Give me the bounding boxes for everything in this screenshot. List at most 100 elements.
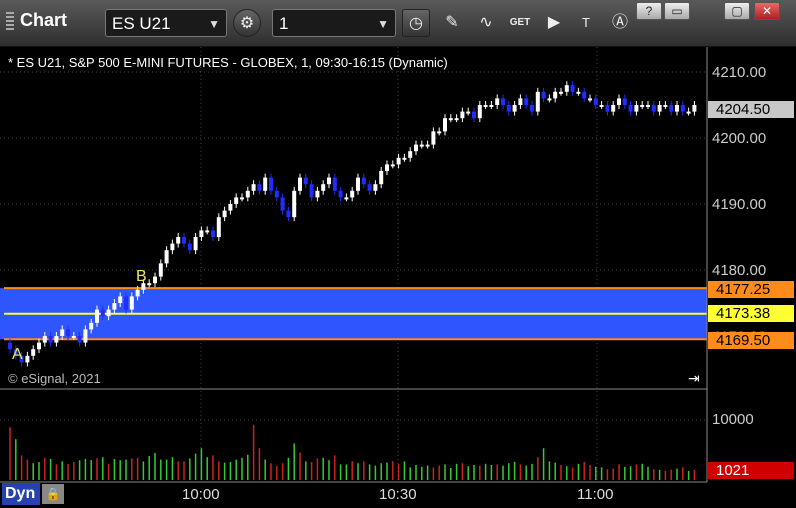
candle-body (286, 210, 291, 218)
candle-body (460, 111, 465, 119)
candle-body (419, 144, 424, 147)
price-chart[interactable] (0, 0, 796, 508)
candle-body (680, 105, 685, 112)
candle-body (228, 204, 233, 211)
candle-body (408, 151, 413, 158)
candle-body (263, 177, 268, 191)
candle-body (298, 177, 302, 191)
candle-body (158, 263, 163, 277)
expand-icon[interactable]: ⇥ (688, 370, 700, 387)
volume-bars (9, 424, 696, 480)
candle-body (564, 85, 569, 92)
candle-body (274, 190, 279, 198)
candle-body (646, 105, 650, 107)
candle-body (42, 336, 47, 343)
candle-body (390, 164, 395, 167)
symbol-description: * ES U21, S&P 500 E-MINI FUTURES - GLOBE… (8, 55, 448, 70)
zone-upper-tag: 4177.25 (708, 281, 794, 298)
candle-body (385, 164, 389, 171)
candle-body (315, 190, 320, 198)
candle-body (269, 177, 273, 191)
candle-body (95, 309, 99, 323)
candle-body (582, 91, 587, 99)
candle-body (129, 296, 134, 310)
candle-body (617, 98, 621, 105)
candle-body (60, 329, 65, 336)
candle-body (622, 98, 627, 105)
candle-body (71, 336, 76, 338)
candle-body (541, 91, 546, 99)
candle-body (350, 190, 355, 198)
candle-body (31, 349, 36, 356)
candle-body (257, 184, 262, 191)
lock-icon[interactable]: 🔒 (42, 484, 64, 504)
candle-body (106, 309, 111, 317)
candle-body (559, 91, 563, 94)
price-tick: 4200.00 (712, 130, 767, 147)
candle-body (611, 105, 616, 112)
candle-body (675, 105, 679, 112)
candle-body (373, 184, 378, 191)
candle-body (425, 144, 430, 147)
volume-last-tag: 1021 (708, 462, 794, 479)
candle-body (193, 237, 198, 251)
candle-body (321, 184, 326, 191)
candle-body (211, 230, 215, 237)
candle-body (135, 289, 140, 297)
dynamic-button[interactable]: Dyn (2, 483, 40, 505)
marker-b: B (136, 268, 147, 285)
candle-body (234, 197, 239, 204)
candle-body (593, 98, 598, 105)
candle-body (466, 111, 471, 114)
candle-body (199, 230, 204, 237)
candle-body (327, 177, 331, 185)
price-tick: 4210.00 (712, 64, 767, 81)
candle-body (686, 111, 691, 114)
time-tick: 11:00 (577, 486, 614, 503)
candle-body (495, 98, 500, 105)
candle-body (553, 91, 558, 99)
candle-body (437, 131, 442, 134)
candle-body (124, 296, 128, 310)
candle-body (535, 91, 540, 112)
candle-body (692, 105, 697, 112)
candle-body (379, 171, 384, 185)
candle-body (448, 118, 453, 121)
candle-body (245, 190, 250, 198)
candle-body (628, 105, 633, 112)
candle-body (605, 105, 610, 112)
candle-body (367, 184, 372, 191)
candle-body (303, 177, 308, 185)
candle-body (182, 237, 186, 244)
candle-body (651, 105, 656, 112)
candle-body (309, 184, 314, 198)
candle-body (524, 98, 529, 105)
price-tick: 4190.00 (712, 196, 767, 213)
candle-body (89, 322, 94, 330)
last-price-tag: 4204.50 (708, 101, 794, 118)
candle-body (251, 184, 256, 191)
candle-body (48, 336, 53, 343)
candle-body (402, 157, 407, 160)
candle-body (518, 98, 523, 105)
candle-body (454, 118, 459, 121)
candle-body (37, 342, 41, 350)
candle-body (240, 197, 244, 200)
candle-body (344, 197, 349, 200)
candle-body (83, 329, 88, 343)
candle-body (663, 105, 668, 107)
candle-body (77, 336, 82, 343)
candle-body (483, 105, 488, 107)
candle-body (356, 177, 360, 191)
candle-body (431, 131, 436, 145)
candle-body (100, 309, 105, 317)
candle-body (547, 98, 552, 101)
candle-body (280, 197, 285, 211)
candle-body (669, 105, 674, 112)
candle-body (222, 210, 227, 218)
candle-body (634, 105, 639, 112)
price-tick: 4180.00 (712, 262, 767, 279)
marker-a: A (12, 346, 23, 363)
candle-body (472, 111, 476, 119)
candle-body (54, 336, 59, 343)
